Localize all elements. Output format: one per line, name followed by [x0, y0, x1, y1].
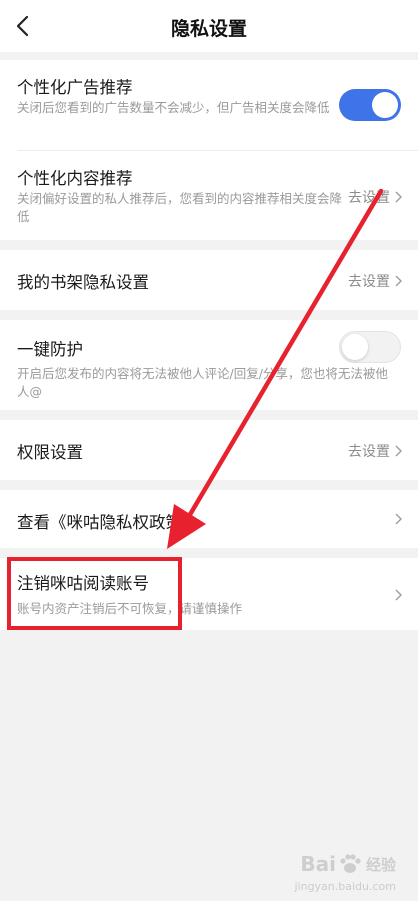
permissions-action[interactable]: 去设置 [348, 441, 402, 461]
content-recommend-title: 个性化内容推荐 [17, 169, 133, 188]
bookshelf-privacy-action[interactable]: 去设置 [348, 271, 402, 291]
go-settings-label: 去设置 [348, 190, 390, 206]
toggle-knob [372, 92, 398, 118]
privacy-policy-row[interactable]: 查看《咪咕隐私权政策》 [0, 490, 418, 548]
cancel-account-row[interactable]: 注销咪咕阅读账号 账号内资产注销后不可恢复，请谨慎操作 [0, 558, 418, 630]
chevron-right-icon [395, 513, 402, 525]
one-click-protect-desc: 开启后您发布的内容将无法被他人评论/回复/分享，您也将无法被他人@ [17, 366, 388, 399]
ad-recommend-desc: 关闭后您看到的广告数量不会减少，但广告相关度会降低 [17, 100, 330, 115]
recommendation-section: 个性化广告推荐 关闭后您看到的广告数量不会减少，但广告相关度会降低 个性化内容推… [0, 60, 418, 240]
chevron-right-icon [395, 191, 402, 203]
toggle-knob [342, 334, 368, 360]
ad-recommend-title: 个性化广告推荐 [17, 78, 133, 97]
ad-recommend-toggle[interactable] [339, 89, 401, 121]
chevron-right-icon [395, 445, 402, 457]
content-recommend-desc: 关闭偏好设置的私人推荐后，您看到的内容推荐相关度会降低 [17, 191, 343, 224]
nav-bar: 隐私设置 [0, 0, 418, 52]
one-click-protect-title: 一键防护 [17, 340, 83, 359]
cancel-account-desc: 账号内资产注销后不可恢复，请谨慎操作 [17, 601, 243, 616]
ad-recommend-row: 个性化广告推荐 关闭后您看到的广告数量不会减少，但广告相关度会降低 [0, 60, 418, 150]
bookshelf-privacy-title: 我的书架隐私设置 [17, 273, 149, 292]
permissions-row[interactable]: 权限设置 去设置 [0, 420, 418, 480]
privacy-policy-title: 查看《咪咕隐私权政策》 [17, 513, 199, 532]
content-recommend-row[interactable]: 个性化内容推荐 关闭偏好设置的私人推荐后，您看到的内容推荐相关度会降低 去设置 [0, 151, 418, 240]
protection-section: 一键防护 开启后您发布的内容将无法被他人评论/回复/分享，您也将无法被他人@ [0, 320, 418, 410]
bookshelf-privacy-row[interactable]: 我的书架隐私设置 去设置 [0, 250, 418, 310]
one-click-protect-toggle[interactable] [339, 331, 401, 363]
chevron-right-icon [395, 589, 402, 601]
permissions-section: 权限设置 去设置 [0, 420, 418, 480]
account-section: 注销咪咕阅读账号 账号内资产注销后不可恢复，请谨慎操作 [0, 558, 418, 630]
permissions-title: 权限设置 [17, 443, 83, 462]
watermark-brand-left: Bai [300, 852, 336, 876]
go-settings-label: 去设置 [348, 274, 390, 290]
one-click-protect-row: 一键防护 开启后您发布的内容将无法被他人评论/回复/分享，您也将无法被他人@ [0, 320, 418, 410]
watermark-brand-right: 经验 [365, 855, 396, 874]
cancel-account-title: 注销咪咕阅读账号 [17, 574, 149, 593]
bookshelf-section: 我的书架隐私设置 去设置 [0, 250, 418, 310]
chevron-right-icon [395, 275, 402, 287]
policy-section: 查看《咪咕隐私权政策》 [0, 490, 418, 548]
content-recommend-action[interactable]: 去设置 [348, 187, 402, 207]
baidu-paw-icon [340, 854, 361, 873]
baidu-watermark: Bai 经验 [300, 852, 396, 876]
go-settings-label: 去设置 [348, 444, 390, 460]
watermark-url: jingyan.baidu.com [294, 880, 396, 893]
page-title: 隐私设置 [170, 18, 247, 40]
